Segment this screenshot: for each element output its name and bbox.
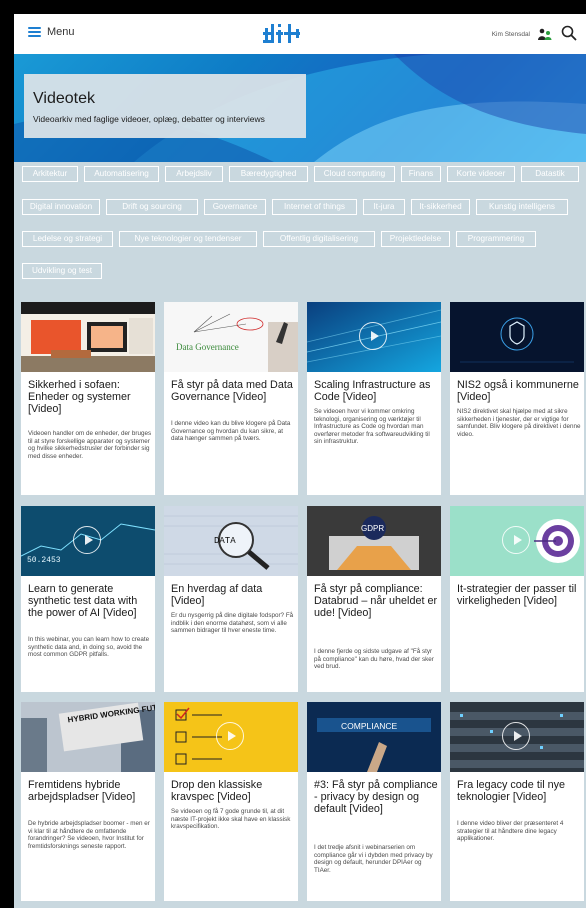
card-description: I denne video kan du blive klogere på Da…	[171, 420, 291, 443]
card-title: En hverdag af data [Video]	[171, 583, 263, 607]
tag-arbejdsliv[interactable]: Arbejdsliv	[165, 166, 223, 182]
video-card[interactable]: It-strategier der passer til virkelighed…	[450, 506, 584, 692]
thumb-caption: 50.2453	[27, 556, 61, 565]
tag-udvikling-og-test[interactable]: Udvikling og test	[22, 263, 102, 279]
video-card[interactable]: DATA En hverdag af data [Video] Er du ny…	[164, 506, 298, 692]
play-icon[interactable]	[73, 526, 101, 554]
hero-text-box: Videotek Videoarkiv med faglige videoer,…	[24, 74, 306, 138]
tag-it-sikkerhed[interactable]: It-sikkerhed	[411, 199, 470, 215]
card-title: Få styr på data med Data Governance [Vid…	[171, 379, 293, 403]
dit-logo[interactable]	[262, 20, 302, 48]
tag-it-jura[interactable]: It-jura	[363, 199, 405, 215]
card-title: Learn to generate synthetic test data wi…	[28, 583, 138, 619]
menu-button[interactable]: Menu	[28, 26, 75, 38]
video-card[interactable]: GDPR Få styr på compliance: Databrud – n…	[307, 506, 441, 692]
users-icon	[538, 28, 552, 40]
page: Menu Kim Stensdal Videotek Videoarkiv me…	[14, 14, 586, 908]
card-thumbnail: DATA	[164, 506, 298, 576]
thumb-caption: COMPLIANCE	[341, 721, 398, 731]
card-description: I denne fjerde og sidste udgave af "Få s…	[314, 648, 434, 671]
video-card[interactable]: Fra legacy code til nye teknologier [Vid…	[450, 702, 584, 901]
hero-banner: Videotek Videoarkiv med faglige videoer,…	[14, 54, 586, 162]
tag-ledelse-og-strategi[interactable]: Ledelse og strategi	[22, 231, 113, 247]
card-thumbnail	[21, 302, 155, 372]
tag-projektledelse[interactable]: Projektledelse	[381, 231, 450, 247]
video-card[interactable]: Drop den klassiske kravspec [Video] Se v…	[164, 702, 298, 901]
card-title: Drop den klassiske kravspec [Video]	[171, 779, 263, 803]
search-icon[interactable]	[560, 24, 578, 42]
card-description: Videoen handler om de enheder, der bruge…	[28, 430, 152, 460]
tag-nye-teknologier[interactable]: Nye teknologier og tendenser	[119, 231, 257, 247]
video-card[interactable]: Data Governance Få styr på data med Data…	[164, 302, 298, 495]
play-icon[interactable]	[502, 722, 530, 750]
card-title: Sikkerhed i sofaen: Enheder og systemer …	[28, 379, 131, 415]
card-description: NIS2 direktivet skal hjælpe med at sikre…	[457, 408, 581, 438]
tag-drift-og-sourcing[interactable]: Drift og sourcing	[106, 199, 198, 215]
hamburger-icon	[28, 27, 41, 37]
card-thumbnail: GDPR	[307, 506, 441, 576]
card-title: Scaling Infrastructure as Code [Video]	[314, 379, 431, 403]
thumb-caption: DATA	[214, 536, 236, 546]
card-description: Se videoen og få 7 gode grunde til, at d…	[171, 808, 291, 831]
card-title: NIS2 også i kommunerne [Video]	[457, 379, 579, 403]
thumb-caption: Data Governance	[176, 342, 239, 352]
thumb-caption: GDPR	[361, 524, 384, 533]
card-thumbnail: COMPLIANCE	[307, 702, 441, 772]
tag-korte-videoer[interactable]: Korte videoer	[447, 166, 515, 182]
card-thumbnail	[450, 302, 584, 372]
card-description: Se videoen hvor vi kommer omkring teknol…	[314, 408, 430, 446]
card-thumbnail: Data Governance	[164, 302, 298, 372]
tag-digital-innovation[interactable]: Digital innovation	[22, 199, 100, 215]
card-title: Fra legacy code til nye teknologier [Vid…	[457, 779, 566, 803]
tag-kunstig-intelligens[interactable]: Kunstig intelligens	[476, 199, 568, 215]
card-description: I det tredje afsnit i webinarserien om c…	[314, 844, 433, 874]
tag-baeredygtighed[interactable]: Bæredygtighed	[229, 166, 308, 182]
video-card[interactable]: 50.2453 Learn to generate synthetic test…	[21, 506, 155, 692]
video-card[interactable]: HYBRID WORKING FUTURE Fremtidens hybride…	[21, 702, 155, 901]
page-title: Videotek	[33, 90, 95, 107]
tag-automatisering[interactable]: Automatisering	[84, 166, 159, 182]
tag-internet-of-things[interactable]: Internet of things	[272, 199, 357, 215]
tag-finans[interactable]: Finans	[401, 166, 441, 182]
card-title: #3: Få styr på compliance - privacy by d…	[314, 779, 438, 815]
tag-datastik[interactable]: Datastik	[521, 166, 579, 182]
menu-label: Menu	[47, 26, 75, 38]
tag-arkitektur[interactable]: Arkitektur	[22, 166, 78, 182]
card-title: Få styr på compliance: Databrud – når uh…	[314, 583, 438, 619]
user-menu[interactable]: Kim Stensdal	[492, 28, 552, 40]
card-title: Fremtidens hybride arbejdspladser [Video…	[28, 779, 136, 803]
video-card[interactable]: Scaling Infrastructure as Code [Video] S…	[307, 302, 441, 495]
card-description: De hybride arbejdspladser boomer - men e…	[28, 820, 150, 850]
play-icon[interactable]	[359, 322, 387, 350]
tag-programmering[interactable]: Programmering	[456, 231, 536, 247]
card-description: In this webinar, you can learn how to cr…	[28, 636, 150, 659]
video-card[interactable]: Sikkerhed i sofaen: Enheder og systemer …	[21, 302, 155, 495]
card-description: I denne video bliver der præsenteret 4 s…	[457, 820, 564, 843]
user-name: Kim Stensdal	[491, 30, 530, 38]
card-thumbnail: HYBRID WORKING FUTURE	[21, 702, 155, 772]
tag-offentlig-digitalisering[interactable]: Offentlig digitalisering	[263, 231, 375, 247]
video-card[interactable]: COMPLIANCE #3: Få styr på compliance - p…	[307, 702, 441, 901]
card-title: It-strategier der passer til virkelighed…	[457, 583, 577, 607]
play-icon[interactable]	[216, 722, 244, 750]
video-card[interactable]: NIS2 også i kommunerne [Video] NIS2 dire…	[450, 302, 584, 495]
page-subtitle: Videoarkiv med faglige videoer, oplæg, d…	[33, 114, 265, 124]
tag-cloud-computing[interactable]: Cloud computing	[314, 166, 395, 182]
top-bar: Menu Kim Stensdal	[14, 14, 586, 54]
card-description: Er du nysgerrig på dine digitale fodspor…	[171, 612, 294, 635]
play-icon[interactable]	[502, 526, 530, 554]
tag-governance[interactable]: Governance	[204, 199, 266, 215]
